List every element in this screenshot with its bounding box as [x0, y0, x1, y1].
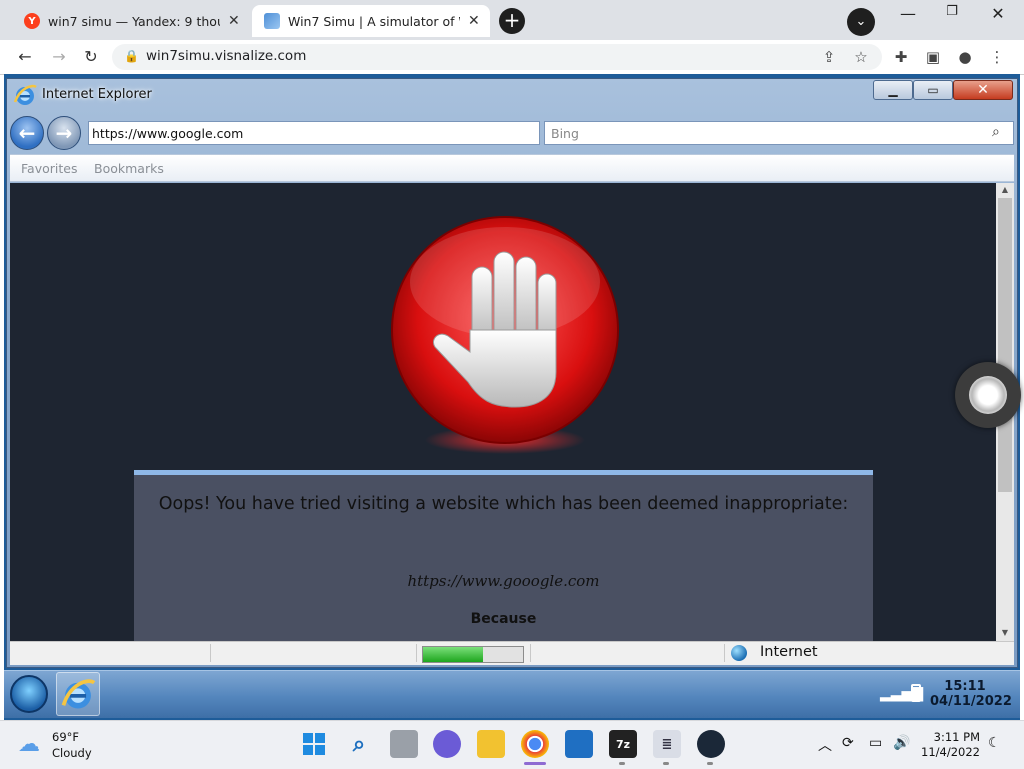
- internet-explorer-icon: [61, 679, 96, 709]
- tab-title: Win7 Simu | A simulator of Wind: [288, 13, 460, 29]
- notepad-icon[interactable]: ≣: [653, 730, 681, 758]
- search-icon[interactable]: ⌕: [345, 730, 373, 758]
- security-zone: Internet: [760, 644, 818, 660]
- status-divider: [416, 644, 417, 662]
- back-icon[interactable]: ←: [14, 47, 36, 67]
- floating-action-button[interactable]: [955, 362, 1021, 428]
- start-icon[interactable]: [300, 730, 328, 758]
- bookmark-star-icon[interactable]: ☆: [850, 47, 872, 67]
- ie-close-button[interactable]: ✕: [953, 80, 1013, 100]
- ie-search-field[interactable]: [544, 121, 1014, 145]
- running-indicator: [619, 762, 625, 765]
- sevenzip-icon[interactable]: 7z: [609, 730, 637, 758]
- battery-icon[interactable]: [911, 684, 921, 702]
- share-icon[interactable]: ⇪: [818, 47, 840, 67]
- extensions-icon[interactable]: ✚: [890, 47, 912, 67]
- close-tab-icon[interactable]: ✕: [468, 13, 480, 29]
- weather-temperature[interactable]: 69°F: [52, 730, 79, 744]
- network-icon[interactable]: ▭: [869, 735, 882, 751]
- tab-yandex[interactable]: Y win7 simu — Yandex: 9 thousand ✕: [12, 5, 250, 37]
- tab-title: win7 simu — Yandex: 9 thousand: [48, 13, 220, 29]
- search-icon[interactable]: ⌕: [992, 124, 1000, 140]
- system-time[interactable]: 3:11 PM: [920, 730, 980, 744]
- chevron-up-icon[interactable]: ︿: [818, 735, 832, 755]
- ie-maximize-button[interactable]: ▭: [913, 80, 953, 100]
- globe-icon: [731, 645, 747, 661]
- ie-address-text[interactable]: https://www.google.com: [92, 126, 243, 141]
- status-divider: [724, 644, 725, 662]
- forward-icon[interactable]: →: [48, 47, 70, 67]
- cloud-icon[interactable]: ☁: [18, 732, 40, 757]
- active-indicator: [524, 762, 546, 765]
- win7-taskbar: [4, 670, 1020, 718]
- file-explorer-icon[interactable]: [477, 730, 505, 758]
- side-panel-icon[interactable]: ▣: [922, 47, 944, 67]
- virtualbox-icon[interactable]: [565, 730, 593, 758]
- win7-clock-time[interactable]: 15:11: [930, 679, 1000, 694]
- profile-icon[interactable]: ●: [954, 47, 976, 67]
- reload-icon[interactable]: ↻: [80, 47, 102, 67]
- ie-forward-button[interactable]: →: [47, 116, 81, 150]
- window-title: Internet Explorer: [42, 87, 152, 102]
- restore-icon[interactable]: ❐: [934, 4, 970, 22]
- lock-icon[interactable]: 🔒: [124, 49, 139, 63]
- moon-icon[interactable]: ☾: [988, 735, 1001, 751]
- favorites-link[interactable]: Favorites: [21, 161, 77, 176]
- running-indicator: [707, 762, 713, 765]
- minimize-icon[interactable]: —: [890, 4, 926, 23]
- sync-icon[interactable]: ⟳: [842, 735, 854, 751]
- scroll-up-icon[interactable]: ▲: [996, 185, 1014, 194]
- yandex-icon: Y: [24, 13, 40, 29]
- because-label: Because: [470, 611, 537, 627]
- record-icon: [969, 376, 1007, 414]
- volume-icon[interactable]: 🔊: [893, 735, 910, 751]
- start-button[interactable]: [10, 675, 48, 713]
- url-text[interactable]: win7simu.visnalize.com: [146, 48, 306, 64]
- bookmarks-link[interactable]: Bookmarks: [94, 161, 164, 176]
- tab-search-icon[interactable]: ⌄: [847, 8, 875, 36]
- internet-explorer-icon: [13, 84, 37, 105]
- block-heading: Oops! You have tried visiting a website …: [158, 494, 849, 514]
- ie-minimize-button[interactable]: ▁: [873, 80, 913, 100]
- tab-win7simu[interactable]: Win7 Simu | A simulator of Wind ✕: [252, 5, 490, 37]
- blocked-url: https://www.gooogle.com: [407, 572, 600, 590]
- menu-icon[interactable]: ⋮: [986, 47, 1008, 67]
- system-date[interactable]: 11/4/2022: [920, 745, 980, 759]
- close-window-icon[interactable]: ✕: [980, 4, 1016, 23]
- chrome-icon[interactable]: [521, 730, 549, 758]
- teams-chat-icon[interactable]: [433, 730, 461, 758]
- task-view-icon[interactable]: [390, 730, 418, 758]
- status-divider: [210, 644, 211, 662]
- stop-hand-icon: [391, 216, 619, 454]
- scrollbar-thumb[interactable]: [998, 198, 1012, 492]
- status-divider: [530, 644, 531, 662]
- win7simu-icon: [264, 13, 280, 29]
- running-indicator: [663, 762, 669, 765]
- progress-fill: [423, 647, 483, 662]
- scroll-down-icon[interactable]: ▼: [996, 628, 1014, 637]
- ie-back-button[interactable]: ←: [10, 116, 44, 150]
- taskbar-ie-button[interactable]: [56, 672, 100, 716]
- win7-clock-date[interactable]: 04/11/2022: [930, 694, 1012, 709]
- steam-icon[interactable]: [697, 730, 725, 758]
- ie-search-placeholder[interactable]: Bing: [551, 126, 579, 141]
- close-tab-icon[interactable]: ✕: [228, 13, 240, 29]
- weather-condition[interactable]: Cloudy: [52, 746, 92, 760]
- new-tab-button[interactable]: +: [499, 8, 525, 34]
